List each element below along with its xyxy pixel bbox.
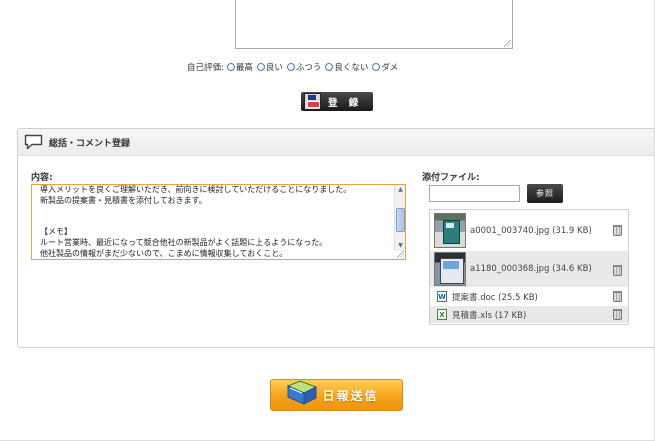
image-thumbnail xyxy=(434,213,466,248)
content-scrollbar[interactable]: ▲ ▼ xyxy=(394,185,405,251)
image-thumbnail xyxy=(434,252,466,286)
resize-grip-icon[interactable] xyxy=(397,251,404,258)
speech-bubble-icon xyxy=(24,134,43,150)
attachment-list: a0001_003740.jpg (31.9 KB) a1180_000368.… xyxy=(429,209,629,325)
browse-button[interactable]: 参照 xyxy=(527,184,563,203)
trash-icon[interactable] xyxy=(613,225,622,236)
trash-icon[interactable] xyxy=(613,265,622,276)
trash-icon[interactable] xyxy=(613,291,622,302)
report-textarea[interactable] xyxy=(235,0,513,49)
attachment-item[interactable]: W 提案書.doc (25.5 KB) xyxy=(430,288,628,306)
radio-icon[interactable] xyxy=(256,63,265,71)
attachment-name[interactable]: a0001_003740.jpg (31.9 KB) xyxy=(470,226,592,236)
attachment-item[interactable]: a1180_000368.jpg (34.6 KB) xyxy=(430,251,628,288)
content-text[interactable]: 導入メリットを良くご理解いただき、前向きに検討していただけることになりました。 … xyxy=(40,185,390,259)
content-textarea[interactable]: 導入メリットを良くご理解いただき、前向きに検討していただけることになりました。 … xyxy=(31,184,406,260)
scroll-down-icon[interactable]: ▼ xyxy=(396,241,405,251)
book-icon xyxy=(285,377,319,407)
register-button[interactable]: 登 録 xyxy=(301,92,373,111)
attachment-item[interactable]: a0001_003740.jpg (31.9 KB) xyxy=(430,211,628,251)
radio-icon[interactable] xyxy=(286,63,295,71)
content-label: 内容: xyxy=(31,173,53,183)
trash-icon[interactable] xyxy=(613,309,622,320)
self-evaluation-label: 自己評価: xyxy=(187,63,224,73)
rating-option-best[interactable]: 最高 xyxy=(226,61,253,73)
rating-option-good[interactable]: 良い xyxy=(256,61,283,73)
rating-option-poor[interactable]: 良くない xyxy=(325,61,368,73)
attachment-label: 添付ファイル: xyxy=(422,173,480,183)
submit-report-label: 日報送信 xyxy=(322,388,379,403)
panel-title: 総括・コメント登録 xyxy=(49,138,131,149)
attachment-name[interactable]: 提案書.doc (25.5 KB) xyxy=(452,291,538,303)
attachment-name[interactable]: a1180_000368.jpg (34.6 KB) xyxy=(470,264,592,274)
comment-panel: 総括・コメント登録 内容: 導入メリットを良くご理解いただき、前向きに検討してい… xyxy=(17,128,655,348)
floppy-disk-icon xyxy=(304,93,321,110)
radio-icon[interactable] xyxy=(325,63,334,71)
rating-option-bad[interactable]: ダメ xyxy=(372,61,398,73)
radio-icon[interactable] xyxy=(372,63,381,71)
comment-panel-header: 総括・コメント登録 xyxy=(18,129,655,156)
scroll-thumb[interactable] xyxy=(396,208,405,232)
resize-grip-icon[interactable] xyxy=(504,40,511,47)
radio-icon[interactable] xyxy=(226,63,235,71)
word-document-icon: W xyxy=(437,291,447,302)
register-button-label: 登 録 xyxy=(328,97,363,109)
file-path-input[interactable] xyxy=(429,185,520,202)
submit-report-button[interactable]: 日報送信 xyxy=(270,379,403,411)
rating-option-average[interactable]: ふつう xyxy=(286,61,321,73)
excel-spreadsheet-icon: X xyxy=(437,309,447,320)
attachment-name[interactable]: 見積書.xls (17 KB) xyxy=(452,309,526,321)
scroll-up-icon[interactable]: ▲ xyxy=(396,185,405,195)
self-evaluation-row: 自己評価: 最高 良い ふつう 良くない ダメ xyxy=(187,61,402,73)
attachment-item[interactable]: X 見積書.xls (17 KB) xyxy=(430,306,628,324)
